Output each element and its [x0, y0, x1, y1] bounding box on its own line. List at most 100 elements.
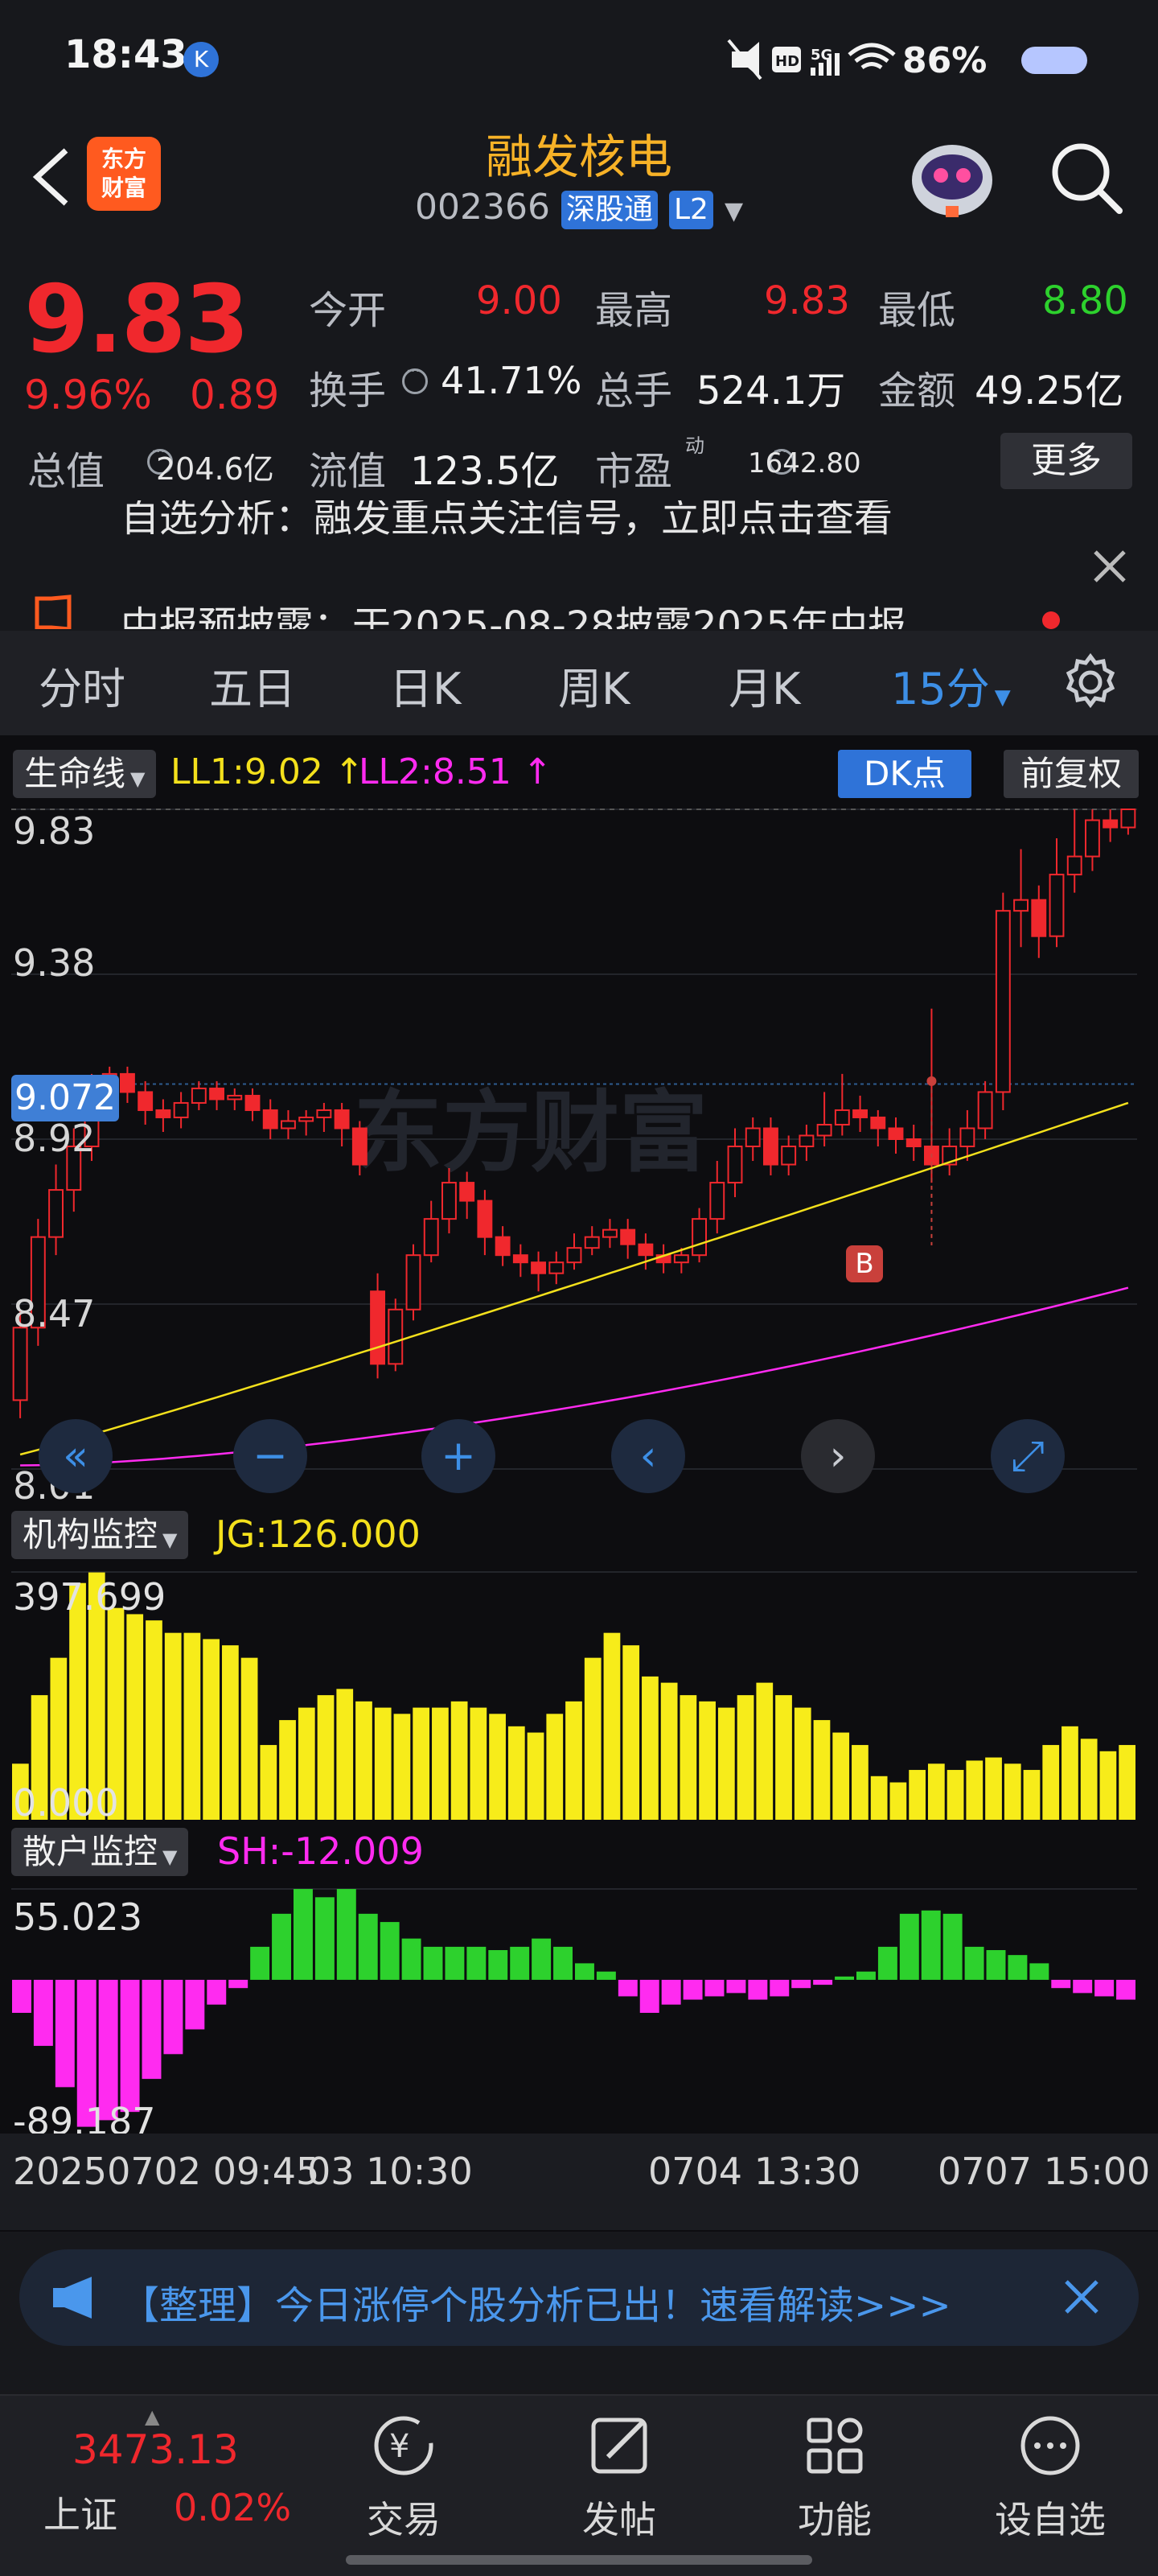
nav-add-watchlist[interactable]: 设自选 [978, 2413, 1123, 2541]
inst-bar [1062, 1726, 1078, 1820]
inst-bar [260, 1745, 277, 1820]
svg-text:HD: HD [775, 53, 799, 70]
back-button[interactable] [24, 141, 80, 213]
price-axis-4: 8.47 [13, 1292, 96, 1335]
tab-intraday[interactable]: 分时 [39, 653, 125, 717]
nav-trade[interactable]: ¥ 交易 [331, 2413, 476, 2541]
app-logo[interactable]: 东方 财富 [87, 137, 161, 211]
inst-bar [279, 1720, 296, 1820]
candle-body [477, 1200, 493, 1238]
stock-name[interactable]: 融发核电 [338, 119, 820, 187]
inst-bar [737, 1695, 754, 1820]
price-axis-3: 8.92 [13, 1117, 96, 1160]
retail-bar [704, 1979, 725, 1997]
nav-functions[interactable]: 功能 [762, 2413, 907, 2541]
sh-value: SH:-12.009 [217, 1829, 424, 1873]
inst-bar [909, 1770, 926, 1820]
index-name: 上证 [43, 2493, 117, 2537]
nav-post[interactable]: 发帖 [547, 2413, 692, 2541]
forward-adjust-button[interactable]: 前复权 [1004, 750, 1139, 798]
candle-body [977, 1091, 993, 1130]
hd-icon: HD [772, 47, 801, 72]
candle-body [602, 1228, 618, 1238]
candle-body [191, 1087, 207, 1104]
low-value: 8.80 [1042, 278, 1128, 323]
inst-bar [966, 1760, 983, 1820]
news-line-1[interactable]: 自选分析：融发重点关注信号，立即点击查看 [121, 500, 893, 542]
banner-text[interactable]: 【整理】今日涨停个股分析已出！速看解读>>> [121, 2274, 951, 2330]
scroll-start-button[interactable]: « [39, 1419, 113, 1493]
nav-trade-label: 交易 [367, 2498, 441, 2541]
candle-body [138, 1091, 154, 1111]
retail-bars [11, 1888, 1137, 2127]
search-button[interactable] [1045, 137, 1126, 217]
turnover-info-icon[interactable] [402, 363, 428, 394]
tab-15min-label: 15分 [891, 664, 990, 714]
tab-weekly-k[interactable]: 周K [558, 653, 630, 717]
inst-axis-top: 397.699 [13, 1575, 166, 1619]
inst-monitor-selector[interactable]: 机构监控 ▼ [11, 1511, 189, 1559]
tab-15min[interactable]: 15分 ▼ [891, 653, 1011, 717]
retail-bar [856, 1971, 876, 1980]
grid-icon [807, 2418, 863, 2474]
ll2-line [20, 1286, 1129, 1467]
candle-body [692, 1218, 707, 1257]
candle-body [1049, 874, 1065, 937]
retail-monitor-selector[interactable]: 散户监控 ▼ [11, 1828, 189, 1876]
retail-bar [964, 1946, 984, 1980]
candle-body [959, 1127, 975, 1148]
news-ticker[interactable]: 自选分析：融发重点关注信号，立即点击查看 中报预披露：于2025-08-28披露… [0, 500, 1158, 629]
news-line-2[interactable]: 中报预披露：于2025-08-28披露2025年中报 [121, 594, 906, 629]
fullscreen-button[interactable]: ⤢ [991, 1419, 1065, 1493]
candle-body [1085, 819, 1100, 858]
candle-body [673, 1254, 689, 1264]
caret-down-icon: ▼ [724, 197, 744, 225]
scroll-right-button[interactable]: › [801, 1419, 875, 1493]
close-icon [1094, 550, 1126, 582]
buy-signal-marker[interactable]: B [846, 1245, 883, 1282]
scroll-left-button[interactable]: ‹ [611, 1419, 685, 1493]
chart-canvas[interactable]: 东方财富 [0, 801, 1158, 2137]
inst-bar [355, 1701, 372, 1820]
tab-daily-k[interactable]: 日K [389, 653, 461, 717]
current-price-badge: 9.072 [11, 1075, 119, 1121]
inst-bar [222, 1645, 239, 1820]
inst-bar [1119, 1745, 1135, 1820]
retail-bar [358, 1913, 378, 1980]
news-close-button[interactable] [1087, 544, 1132, 589]
inst-bar [374, 1707, 392, 1820]
ll2-readout: LL2:8.51 ↑ [359, 751, 552, 792]
index-ticker[interactable]: ▲ 3473.13 上证 0.02% [32, 2405, 291, 2537]
retail-bar [596, 1971, 616, 1980]
stock-code-row[interactable]: 002366 深股通 L2 ▼ [338, 187, 820, 229]
chart-settings-button[interactable] [1060, 652, 1121, 713]
ai-assistant-robot-icon[interactable] [907, 135, 997, 220]
tab-monthly-k[interactable]: 月K [729, 653, 800, 717]
retail-axis-top: 55.023 [13, 1895, 142, 1939]
retail-monitor-label: 散户监控 [23, 1832, 158, 1871]
retail-bar [466, 1946, 487, 1980]
candle-body [1013, 899, 1029, 912]
candle-body [281, 1120, 296, 1130]
turnover-label: 换手 [309, 368, 387, 414]
candle-body [584, 1236, 600, 1249]
more-button[interactable]: 更多 [1000, 433, 1132, 489]
tab-five-day[interactable]: 五日 [209, 653, 296, 717]
home-indicator [346, 2555, 812, 2565]
indicator-selector[interactable]: 生命线 ▼ [13, 750, 157, 798]
zoom-in-button[interactable]: + [421, 1419, 495, 1493]
high-value: 9.83 [764, 278, 850, 323]
dk-point-button[interactable]: DK点 [838, 750, 971, 798]
zoom-out-button[interactable]: − [233, 1419, 307, 1493]
caret-down-icon: ▼ [130, 767, 146, 790]
caret-down-icon: ▼ [994, 685, 1011, 710]
logo-line1: 东方 [101, 146, 146, 172]
high-label: 最高 [595, 288, 673, 333]
candle-body [351, 1127, 368, 1166]
retail-bar [1029, 1963, 1049, 1980]
candle-body [1031, 899, 1047, 937]
candle-body [531, 1261, 546, 1274]
banner-close-button[interactable] [1053, 2269, 1110, 2325]
retail-bar [55, 1979, 75, 2088]
retail-bar [228, 1979, 248, 1989]
